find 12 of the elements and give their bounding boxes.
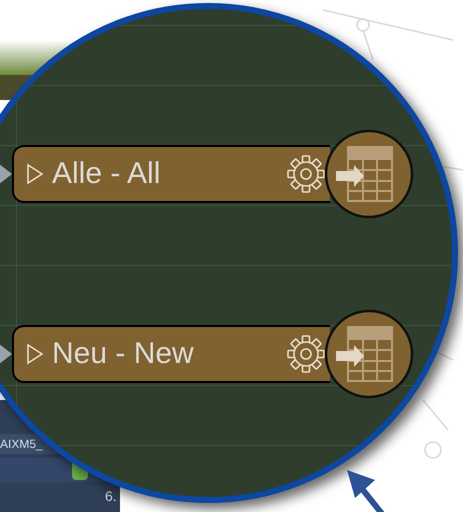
field-text: AIXM5_ [0,436,43,453]
expand-triangle-icon[interactable] [26,343,44,365]
node-label: Neu - New [52,339,195,369]
gear-icon[interactable] [286,334,326,374]
table-writer-icon[interactable] [324,129,414,219]
writer-node[interactable]: Alle - All [12,145,330,203]
expand-triangle-icon[interactable] [26,163,44,185]
writer-node[interactable]: Neu - New [12,325,330,383]
table-writer-icon[interactable] [324,309,414,399]
value-text: 6. [105,487,118,506]
node-label: Alle - All [52,159,162,189]
gear-icon[interactable] [286,154,326,194]
